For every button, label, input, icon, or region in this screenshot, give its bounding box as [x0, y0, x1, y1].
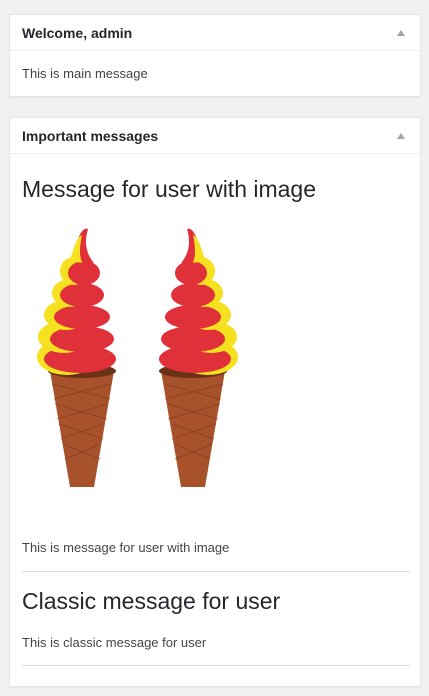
ice-cream-image — [22, 219, 243, 520]
welcome-message: This is main message — [22, 66, 148, 81]
toggle-panel-icon[interactable] — [391, 15, 411, 51]
important-messages-header[interactable]: Important messages — [10, 118, 420, 154]
message-body: This is message for user with image — [22, 540, 230, 555]
left-ice-cream-cone-icon — [37, 228, 116, 487]
important-messages-title: Important messages — [22, 128, 159, 144]
message-heading: Classic message for user — [22, 588, 281, 614]
two-ice-cream-cones-image — [37, 228, 238, 487]
toggle-panel-icon[interactable] — [391, 118, 411, 154]
important-messages-panel: Important messages Message for user with… — [9, 117, 421, 687]
message-divider — [22, 665, 410, 666]
welcome-panel-header[interactable]: Welcome, admin — [10, 15, 420, 51]
right-ice-cream-cone-icon — [159, 228, 238, 487]
message-body: This is classic message for user — [22, 635, 207, 650]
message-heading: Message for user with image — [22, 176, 317, 202]
welcome-panel-title: Welcome, admin — [22, 25, 133, 41]
message-divider — [22, 571, 410, 572]
welcome-panel: Welcome, admin This is main message — [9, 14, 421, 97]
